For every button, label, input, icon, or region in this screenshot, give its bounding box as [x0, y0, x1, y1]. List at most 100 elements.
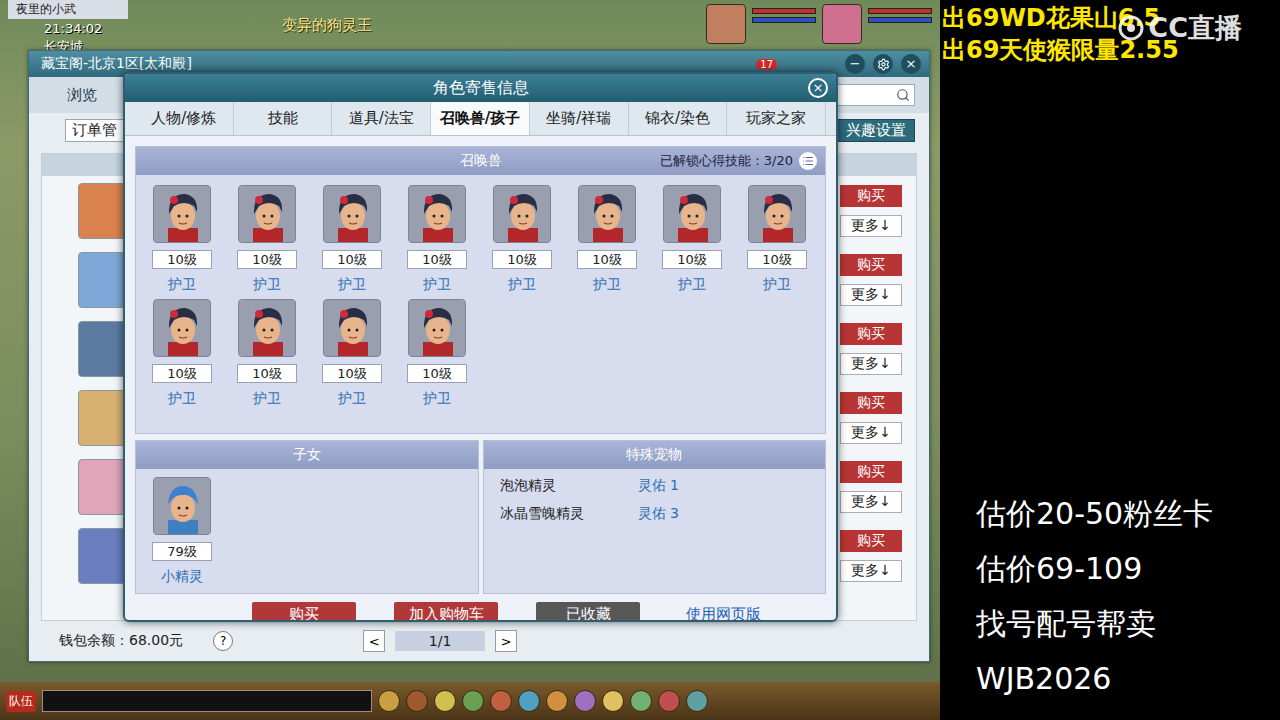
minimize-button[interactable]: −: [845, 54, 865, 74]
pet-name: 护卫: [763, 275, 791, 293]
pet-tile[interactable]: 10级护卫: [492, 185, 552, 293]
buy-button[interactable]: 购买: [840, 323, 902, 345]
dialog-tab[interactable]: 人物/修炼: [135, 102, 234, 135]
pet-name: 护卫: [678, 275, 706, 293]
pet-tile[interactable]: 10级护卫: [322, 299, 382, 407]
toolbar-item-icon[interactable]: [490, 690, 512, 712]
pet-tile[interactable]: 10级护卫: [237, 185, 297, 293]
child-tile[interactable]: 79级小精灵: [152, 477, 212, 585]
close-button[interactable]: ×: [901, 54, 921, 74]
buy-button[interactable]: 购买: [840, 392, 902, 414]
action-button[interactable]: 加入购物车: [394, 602, 498, 622]
pet-portrait-icon: [409, 300, 466, 357]
pet-name: 护卫: [253, 389, 281, 407]
game-toolbar: 队伍: [0, 682, 940, 720]
pet-tile[interactable]: 10级护卫: [237, 299, 297, 407]
help-button[interactable]: ?: [213, 631, 233, 651]
toolbar-item-icon[interactable]: [378, 690, 400, 712]
buy-button[interactable]: 购买: [840, 254, 902, 276]
pet-status-portrait[interactable]: [706, 4, 746, 44]
toolbar-item-icon[interactable]: [686, 690, 708, 712]
pet-tile[interactable]: 10级护卫: [407, 299, 467, 407]
settings-button[interactable]: [873, 54, 893, 74]
toolbar-item-icon[interactable]: [602, 690, 624, 712]
special-pet-name: 冰晶雪魄精灵: [500, 505, 638, 523]
more-button[interactable]: 更多↓: [840, 560, 902, 582]
dialog-close-button[interactable]: ×: [808, 78, 828, 98]
dialog-tab[interactable]: 道具/法宝: [332, 102, 431, 135]
team-button[interactable]: 队伍: [6, 691, 36, 712]
more-button[interactable]: 更多↓: [840, 422, 902, 444]
mp-bar: [868, 17, 932, 23]
role-avatar[interactable]: [78, 390, 126, 446]
pet-portrait: [578, 185, 636, 243]
pet-status-bars: [752, 4, 816, 44]
prev-page-button[interactable]: <: [363, 630, 385, 652]
toolbar-item-icon[interactable]: [546, 690, 568, 712]
dialog-tab[interactable]: 召唤兽/孩子: [431, 102, 530, 135]
status-cluster: [706, 4, 932, 44]
more-button[interactable]: 更多↓: [840, 284, 902, 306]
pet-portrait-icon: [494, 186, 551, 243]
pets-header: 召唤兽已解锁心得技能：3/20: [136, 147, 825, 175]
buy-button[interactable]: 购买: [840, 185, 902, 207]
skill-unlock: 已解锁心得技能：3/20: [660, 147, 817, 175]
action-button[interactable]: 购买: [252, 602, 356, 622]
pet-tile[interactable]: 10级护卫: [322, 185, 382, 293]
next-page-button[interactable]: >: [495, 630, 517, 652]
dialog-tab[interactable]: 玩家之家: [727, 102, 826, 135]
toolbar-item-icon[interactable]: [658, 690, 680, 712]
pet-name: 护卫: [168, 275, 196, 293]
toolbar-item-icon[interactable]: [518, 690, 540, 712]
toolbar-item-icon[interactable]: [434, 690, 456, 712]
pet-tile[interactable]: 10级护卫: [407, 185, 467, 293]
order-button[interactable]: 订单管: [65, 119, 124, 142]
pet-name: 护卫: [338, 275, 366, 293]
pet-tile[interactable]: 10级护卫: [577, 185, 637, 293]
pet-tile[interactable]: 10级护卫: [662, 185, 722, 293]
dialog-tab[interactable]: 锦衣/染色: [629, 102, 728, 135]
child-portrait-icon: [154, 478, 211, 535]
role-avatar[interactable]: [78, 459, 126, 515]
skill-list-button[interactable]: [799, 152, 817, 170]
role-avatar[interactable]: [78, 528, 126, 584]
stream-overlay: 出69WD花果山6.5出69天使猴限量2.55CC直播估价20-50粉丝卡估价6…: [940, 0, 1280, 720]
pet-portrait-icon: [239, 186, 296, 243]
action-button[interactable]: 使用网页版: [678, 602, 769, 622]
pet-name: 护卫: [508, 275, 536, 293]
pet-level: 10级: [152, 364, 212, 383]
chat-input[interactable]: [42, 690, 372, 712]
pet-portrait: [663, 185, 721, 243]
dialog-tab[interactable]: 技能: [234, 102, 333, 135]
player-status-portrait[interactable]: [822, 4, 862, 44]
more-button[interactable]: 更多↓: [840, 353, 902, 375]
role-avatar[interactable]: [78, 252, 126, 308]
pet-tile[interactable]: 10级护卫: [152, 299, 212, 407]
more-button[interactable]: 更多↓: [840, 215, 902, 237]
interest-button[interactable]: 兴趣设置: [837, 119, 915, 142]
role-avatar[interactable]: [78, 321, 126, 377]
role-sale-dialog: 角色寄售信息×人物/修炼技能道具/法宝召唤兽/孩子坐骑/祥瑞锦衣/染色玩家之家召…: [123, 72, 838, 622]
toolbar-item-icon[interactable]: [574, 690, 596, 712]
pet-portrait-icon: [324, 186, 381, 243]
dialog-tab[interactable]: 坐骑/祥瑞: [530, 102, 629, 135]
nav-tab[interactable]: 浏览: [59, 82, 105, 109]
buy-button[interactable]: 购买: [840, 461, 902, 483]
pet-portrait-icon: [664, 186, 721, 243]
pet-name: 护卫: [168, 389, 196, 407]
pet-tile[interactable]: 10级护卫: [747, 185, 807, 293]
role-avatar[interactable]: [78, 183, 126, 239]
pet-level: 10级: [152, 250, 212, 269]
toolbar-item-icon[interactable]: [406, 690, 428, 712]
special-pet-name: 泡泡精灵: [500, 477, 638, 495]
row-buttons: 购买更多↓: [840, 185, 902, 237]
toolbar-item-icon[interactable]: [462, 690, 484, 712]
special-pet-value: 灵佑 1: [638, 477, 810, 495]
more-button[interactable]: 更多↓: [840, 491, 902, 513]
pet-tile[interactable]: 10级护卫: [152, 185, 212, 293]
toolbar-item-icon[interactable]: [630, 690, 652, 712]
mail-badge: 17: [756, 59, 777, 70]
buy-button[interactable]: 购买: [840, 530, 902, 552]
children-header: 子女: [136, 441, 478, 469]
action-button[interactable]: 已收藏: [536, 602, 640, 622]
